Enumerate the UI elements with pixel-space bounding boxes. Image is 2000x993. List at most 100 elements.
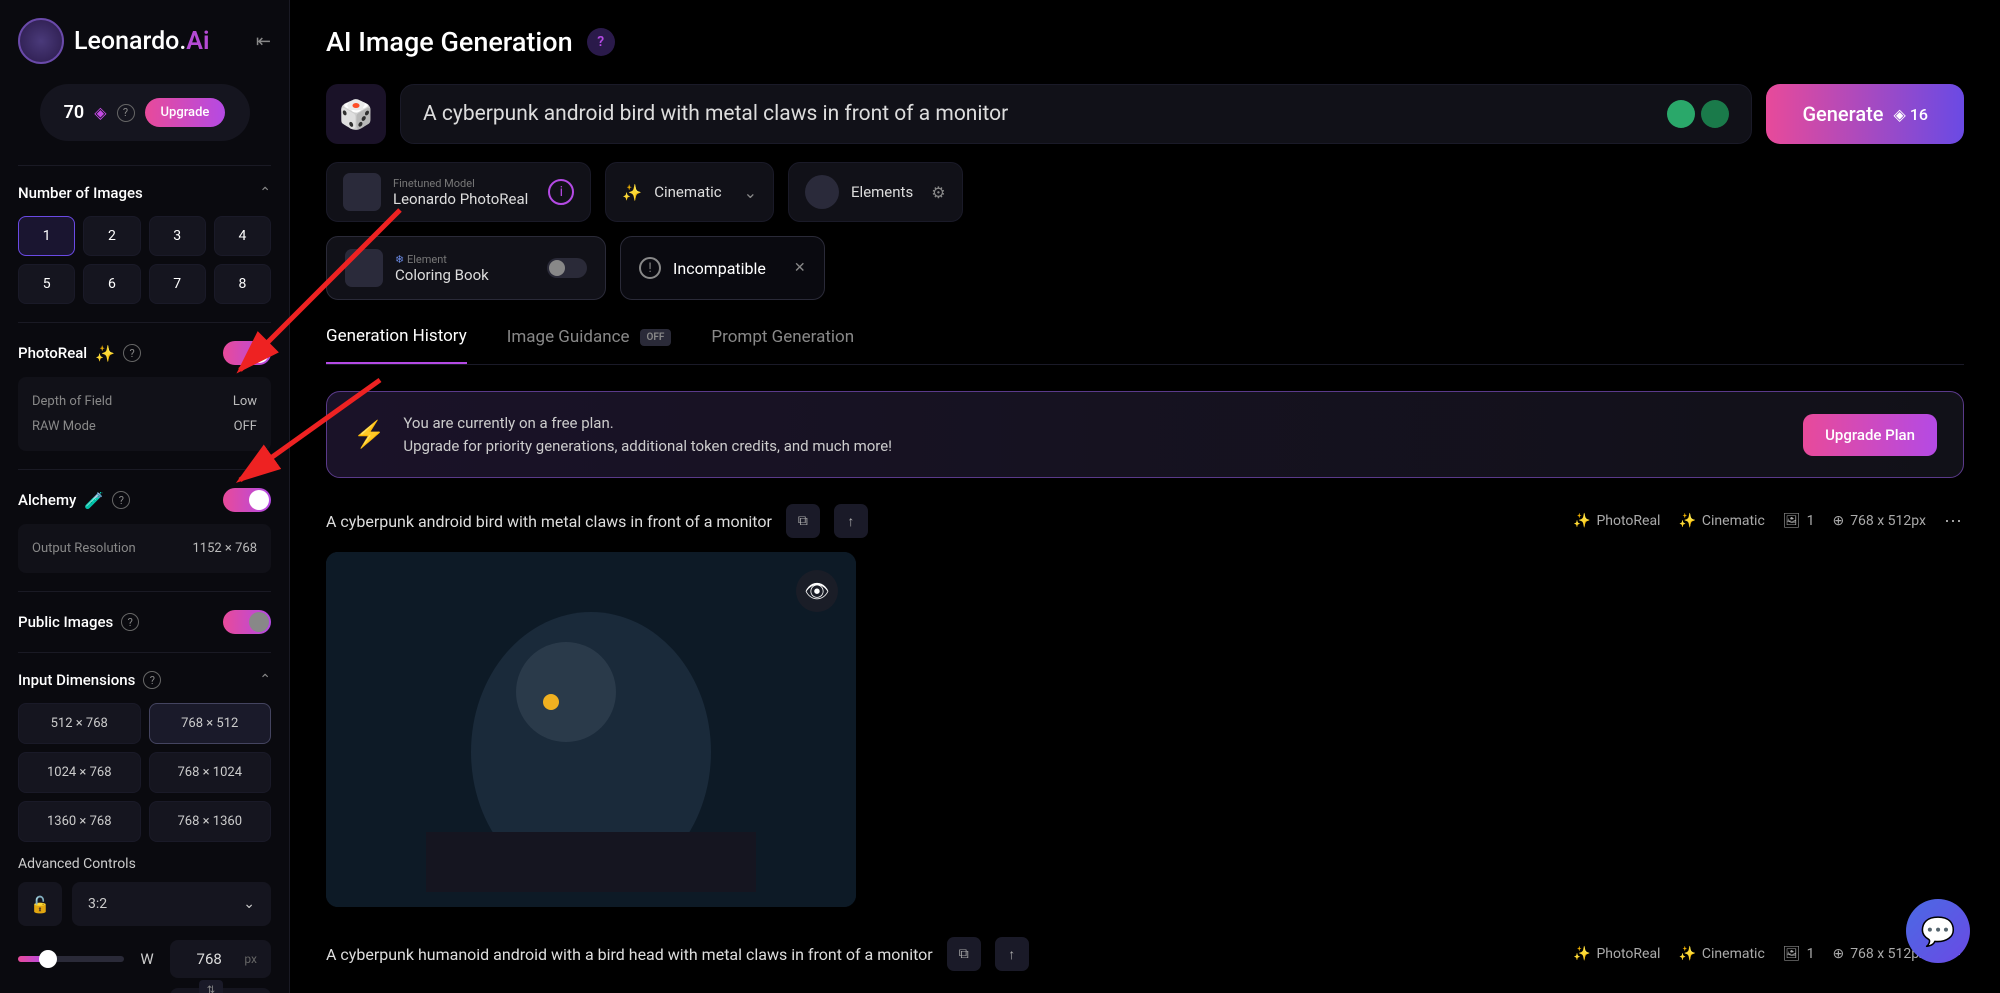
dimension-option[interactable]: 768 × 512 (149, 703, 272, 744)
meta-model: ✨PhotoReal (1573, 513, 1660, 529)
alchemy-help-icon[interactable]: ? (112, 491, 130, 509)
prompt-text: A cyberpunk android bird with metal claw… (423, 102, 1667, 126)
element-icon: ❄ (395, 253, 407, 266)
meta-model: ✨PhotoReal (1573, 946, 1660, 962)
generation-item: A cyberpunk humanoid android with a bird… (326, 937, 1964, 971)
generated-image[interactable]: 👁 (326, 552, 856, 907)
style-select[interactable]: ✨ Cinematic ⌄ (605, 162, 774, 222)
tab-history[interactable]: Generation History (326, 326, 467, 364)
alchemy-title: Alchemy (18, 491, 76, 509)
generation-prompt: A cyberpunk android bird with metal claw… (326, 512, 772, 531)
meta-dims: ⊕768 x 512px (1832, 513, 1926, 529)
num-images-8[interactable]: 8 (214, 264, 271, 304)
dimension-option[interactable]: 768 × 1360 (149, 801, 272, 842)
advanced-title: Advanced Controls (18, 856, 271, 872)
logo-avatar (18, 18, 64, 64)
credits-pill: 70 ◈ ? Upgrade (40, 84, 250, 141)
section-public: Public Images ? (18, 591, 271, 652)
sidebar: Leonardo.Ai ⇤ 70 ◈ ? Upgrade Number of I… (0, 0, 290, 993)
chevron-down-icon: ⌄ (744, 183, 757, 202)
resolution-value: 1152 × 768 (192, 541, 257, 556)
photoreal-help-icon[interactable]: ? (123, 344, 141, 362)
num-images-2[interactable]: 2 (83, 216, 140, 256)
element-thumb (345, 249, 383, 287)
copy-prompt-button[interactable]: ⧉ (786, 504, 820, 538)
num-images-7[interactable]: 7 (149, 264, 206, 304)
chevron-down-icon: ⌄ (243, 896, 255, 912)
reuse-prompt-button[interactable]: ↑ (834, 504, 868, 538)
page-help-icon[interactable]: ? (587, 28, 615, 56)
public-toggle[interactable] (223, 610, 271, 634)
model-info-icon[interactable]: i (548, 179, 574, 205)
view-image-button[interactable]: 👁 (796, 570, 838, 612)
num-images-1[interactable]: 1 (18, 216, 75, 256)
chat-fab[interactable]: 💬 (1906, 899, 1970, 963)
meta-count: 🖼1 (1783, 513, 1815, 529)
num-images-3[interactable]: 3 (149, 216, 206, 256)
num-images-6[interactable]: 6 (83, 264, 140, 304)
section-alchemy: Alchemy 🧪 ? Output Resolution1152 × 768 (18, 469, 271, 591)
chevron-up-icon[interactable]: ⌃ (259, 185, 271, 201)
random-prompt-button[interactable]: 🎲 (326, 84, 386, 144)
generation-prompt: A cyberpunk humanoid android with a bird… (326, 945, 933, 964)
depth-value[interactable]: Low (233, 394, 257, 409)
alchemy-settings: Output Resolution 1152 × 768 (18, 524, 271, 573)
generate-button[interactable]: Generate ◈16 (1766, 84, 1964, 144)
chevron-up-icon[interactable]: ⌃ (259, 672, 271, 688)
element-toggle[interactable] (547, 258, 587, 278)
raw-label: RAW Mode (32, 419, 96, 434)
incompatible-warning: ! Incompatible ✕ (620, 236, 825, 300)
dimension-option[interactable]: 1024 × 768 (18, 752, 141, 793)
resolution-label: Output Resolution (32, 541, 136, 556)
photoreal-toggle[interactable] (223, 341, 271, 365)
photoreal-settings: Depth of Field Low RAW Mode OFF (18, 377, 271, 451)
credits-help-icon[interactable]: ? (117, 104, 135, 122)
tab-guidance[interactable]: Image GuidanceOFF (507, 326, 672, 364)
model-select[interactable]: Finetuned Model Leonardo PhotoReal i (326, 162, 591, 222)
num-images-4[interactable]: 4 (214, 216, 271, 256)
credit-amount: 70 (64, 102, 85, 123)
badge-icon (1701, 100, 1729, 128)
dims-help-icon[interactable]: ? (143, 671, 161, 689)
lock-aspect-button[interactable]: 🔓 (18, 882, 62, 926)
close-icon[interactable]: ✕ (794, 260, 806, 276)
more-options-button[interactable]: ⋯ (1944, 511, 1964, 532)
dimension-option[interactable]: 768 × 1024 (149, 752, 272, 793)
width-label: W (138, 950, 156, 968)
aspect-ratio-select[interactable]: 3:2 ⌄ (72, 882, 271, 926)
main-content: AI Image Generation ? 🎲 A cyberpunk andr… (290, 0, 2000, 993)
section-num-images: Number of Images ⌃ 12345678 (18, 165, 271, 322)
elements-button[interactable]: Elements ⚙ (788, 162, 963, 222)
gear-icon: ⚙ (931, 183, 945, 202)
section-dimensions: Input Dimensions ? ⌃ 512 × 768768 × 5121… (18, 652, 271, 993)
meta-style: ✨Cinematic (1678, 513, 1764, 529)
section-photoreal: PhotoReal ✨ ? Depth of FieldLow RAW Mode… (18, 322, 271, 469)
width-input[interactable]: 768px (170, 940, 271, 978)
model-thumb (343, 173, 381, 211)
upgrade-plan-button[interactable]: Upgrade Plan (1803, 414, 1937, 456)
public-help-icon[interactable]: ? (121, 613, 139, 631)
num-images-5[interactable]: 5 (18, 264, 75, 304)
dimension-option[interactable]: 1360 × 768 (18, 801, 141, 842)
raw-value[interactable]: OFF (234, 419, 257, 434)
prompt-input[interactable]: A cyberpunk android bird with metal claw… (400, 84, 1752, 144)
reuse-prompt-button[interactable]: ↑ (995, 937, 1029, 971)
copy-prompt-button[interactable]: ⧉ (947, 937, 981, 971)
public-title: Public Images (18, 613, 113, 631)
width-slider[interactable] (18, 956, 124, 962)
logo-row: Leonardo.Ai ⇤ (18, 18, 271, 64)
swap-wh-button[interactable]: ⇅ (199, 980, 223, 993)
warning-icon: ! (639, 257, 661, 279)
tab-prompt-gen[interactable]: Prompt Generation (711, 326, 854, 364)
elements-thumb (805, 175, 839, 209)
dims-title: Input Dimensions (18, 671, 135, 689)
meta-style: ✨Cinematic (1678, 946, 1764, 962)
dimension-option[interactable]: 512 × 768 (18, 703, 141, 744)
alchemy-toggle[interactable] (223, 488, 271, 512)
depth-label: Depth of Field (32, 394, 112, 409)
bolt-icon: ⚡ (353, 420, 385, 450)
upgrade-button[interactable]: Upgrade (145, 98, 226, 127)
collapse-sidebar-icon[interactable]: ⇤ (256, 31, 271, 52)
upgrade-banner: ⚡ You are currently on a free plan. Upgr… (326, 391, 1964, 478)
badge-icon (1667, 100, 1695, 128)
